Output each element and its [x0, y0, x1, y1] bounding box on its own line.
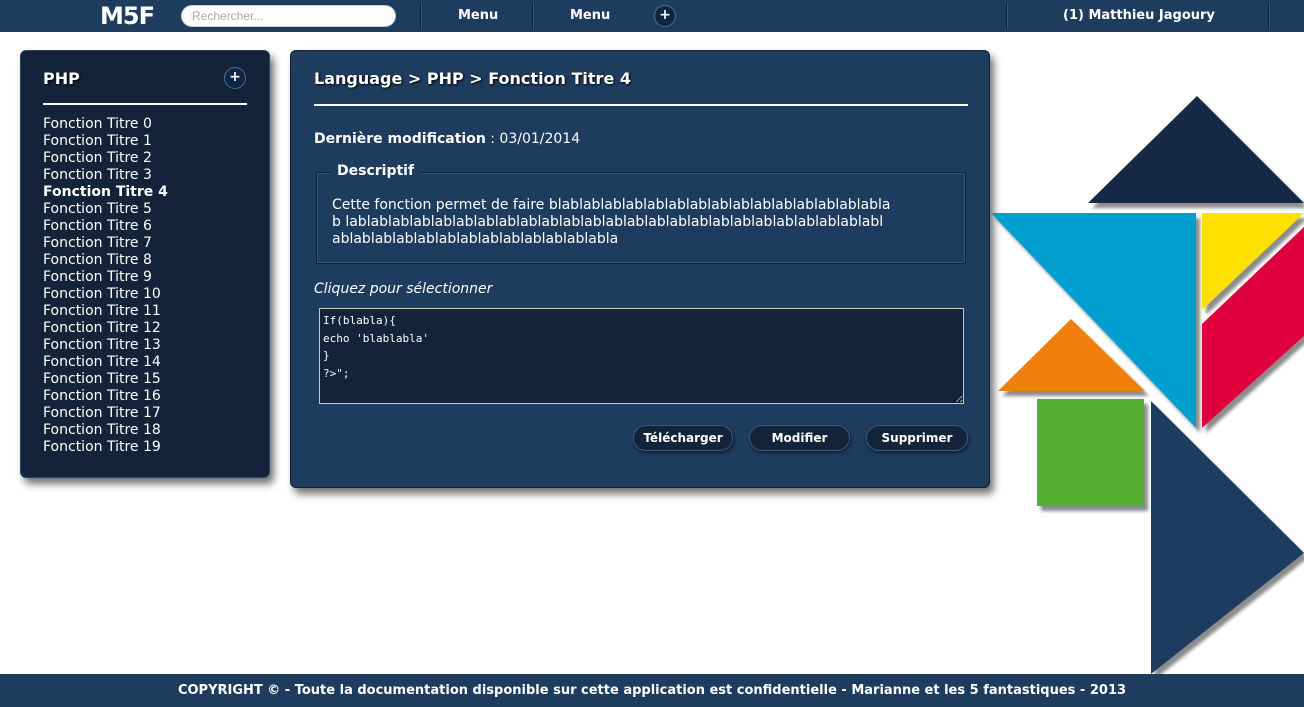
top-navbar: M5F Menu Menu + (1) Matthieu Jagoury — [0, 0, 1304, 32]
sidebar-item-fonction-titre-11[interactable]: Fonction Titre 11 — [43, 303, 168, 320]
nav-divider — [420, 3, 422, 29]
sidebar-panel: PHP + Fonction Titre 0 Fonction Titre 1 … — [20, 50, 270, 478]
sidebar-item-fonction-titre-19[interactable]: Fonction Titre 19 — [43, 439, 168, 456]
sidebar-item-fonction-titre-14[interactable]: Fonction Titre 14 — [43, 354, 168, 371]
sidebar-item-fonction-titre-5[interactable]: Fonction Titre 5 — [43, 201, 168, 218]
delete-button[interactable]: Supprimer — [866, 425, 968, 451]
sidebar-item-fonction-titre-18[interactable]: Fonction Titre 18 — [43, 422, 168, 439]
tangram-navy-triangle — [1088, 96, 1304, 203]
sidebar-item-fonction-titre-17[interactable]: Fonction Titre 17 — [43, 405, 168, 422]
sidebar-item-fonction-titre-6[interactable]: Fonction Titre 6 — [43, 218, 168, 235]
function-list: Fonction Titre 0 Fonction Titre 1 Foncti… — [43, 116, 168, 456]
sidebar-item-fonction-titre-13[interactable]: Fonction Titre 13 — [43, 337, 168, 354]
sidebar-item-fonction-titre-3[interactable]: Fonction Titre 3 — [43, 167, 168, 184]
last-modified: Dernière modification : 03/01/2014 — [314, 131, 580, 147]
edit-button[interactable]: Modifier — [749, 425, 850, 451]
tangram-navy-large-triangle — [1151, 401, 1304, 674]
tangram-blue-triangle — [991, 213, 1196, 428]
function-detail-panel: Language > PHP > Fonction Titre 4 Derniè… — [290, 50, 990, 488]
add-function-button[interactable]: + — [224, 67, 246, 89]
tangram-green-square — [1037, 399, 1144, 506]
tangram-decoration — [991, 96, 1304, 674]
sidebar-item-fonction-titre-9[interactable]: Fonction Titre 9 — [43, 269, 168, 286]
user-account-link[interactable]: (1) Matthieu Jagoury — [1063, 8, 1215, 23]
sidebar-item-fonction-titre-12[interactable]: Fonction Titre 12 — [43, 320, 168, 337]
description-text: Cette fonction permet de faire blablabla… — [332, 197, 891, 247]
sidebar-item-fonction-titre-1[interactable]: Fonction Titre 1 — [43, 133, 168, 150]
add-menu-button[interactable]: + — [654, 5, 676, 27]
search-input[interactable] — [181, 5, 396, 27]
code-textarea[interactable] — [319, 308, 964, 404]
nav-divider — [532, 3, 534, 29]
sidebar-item-fonction-titre-8[interactable]: Fonction Titre 8 — [43, 252, 168, 269]
panel-divider — [314, 104, 968, 106]
description-legend: Descriptif — [331, 163, 421, 179]
menu-link-1[interactable]: Menu — [458, 8, 498, 23]
footer-copyright: COPYRIGHT © - Toute la documentation dis… — [177, 683, 1127, 698]
description-fieldset: Descriptif Cette fonction permet de fair… — [316, 163, 966, 264]
select-hint: Cliquez pour sélectionner — [314, 281, 493, 297]
last-modified-label: Dernière modification — [314, 131, 486, 147]
last-modified-separator: : — [485, 131, 500, 147]
nav-divider — [1006, 3, 1008, 29]
breadcrumb: Language > PHP > Fonction Titre 4 — [314, 69, 631, 88]
footer-bar: COPYRIGHT © - Toute la documentation dis… — [0, 674, 1304, 707]
last-modified-date: 03/01/2014 — [499, 131, 581, 147]
sidebar-divider — [43, 103, 247, 105]
sidebar-item-fonction-titre-16[interactable]: Fonction Titre 16 — [43, 388, 168, 405]
sidebar-title: PHP — [43, 69, 80, 88]
nav-divider — [1268, 3, 1270, 29]
sidebar-item-fonction-titre-15[interactable]: Fonction Titre 15 — [43, 371, 168, 388]
download-button[interactable]: Télécharger — [633, 425, 733, 451]
sidebar-item-fonction-titre-7[interactable]: Fonction Titre 7 — [43, 235, 168, 252]
sidebar-item-fonction-titre-2[interactable]: Fonction Titre 2 — [43, 150, 168, 167]
sidebar-item-fonction-titre-4[interactable]: Fonction Titre 4 — [43, 184, 168, 201]
app-logo[interactable]: M5F — [100, 2, 155, 30]
sidebar-item-fonction-titre-0[interactable]: Fonction Titre 0 — [43, 116, 168, 133]
sidebar-item-fonction-titre-10[interactable]: Fonction Titre 10 — [43, 286, 168, 303]
menu-link-2[interactable]: Menu — [570, 8, 610, 23]
